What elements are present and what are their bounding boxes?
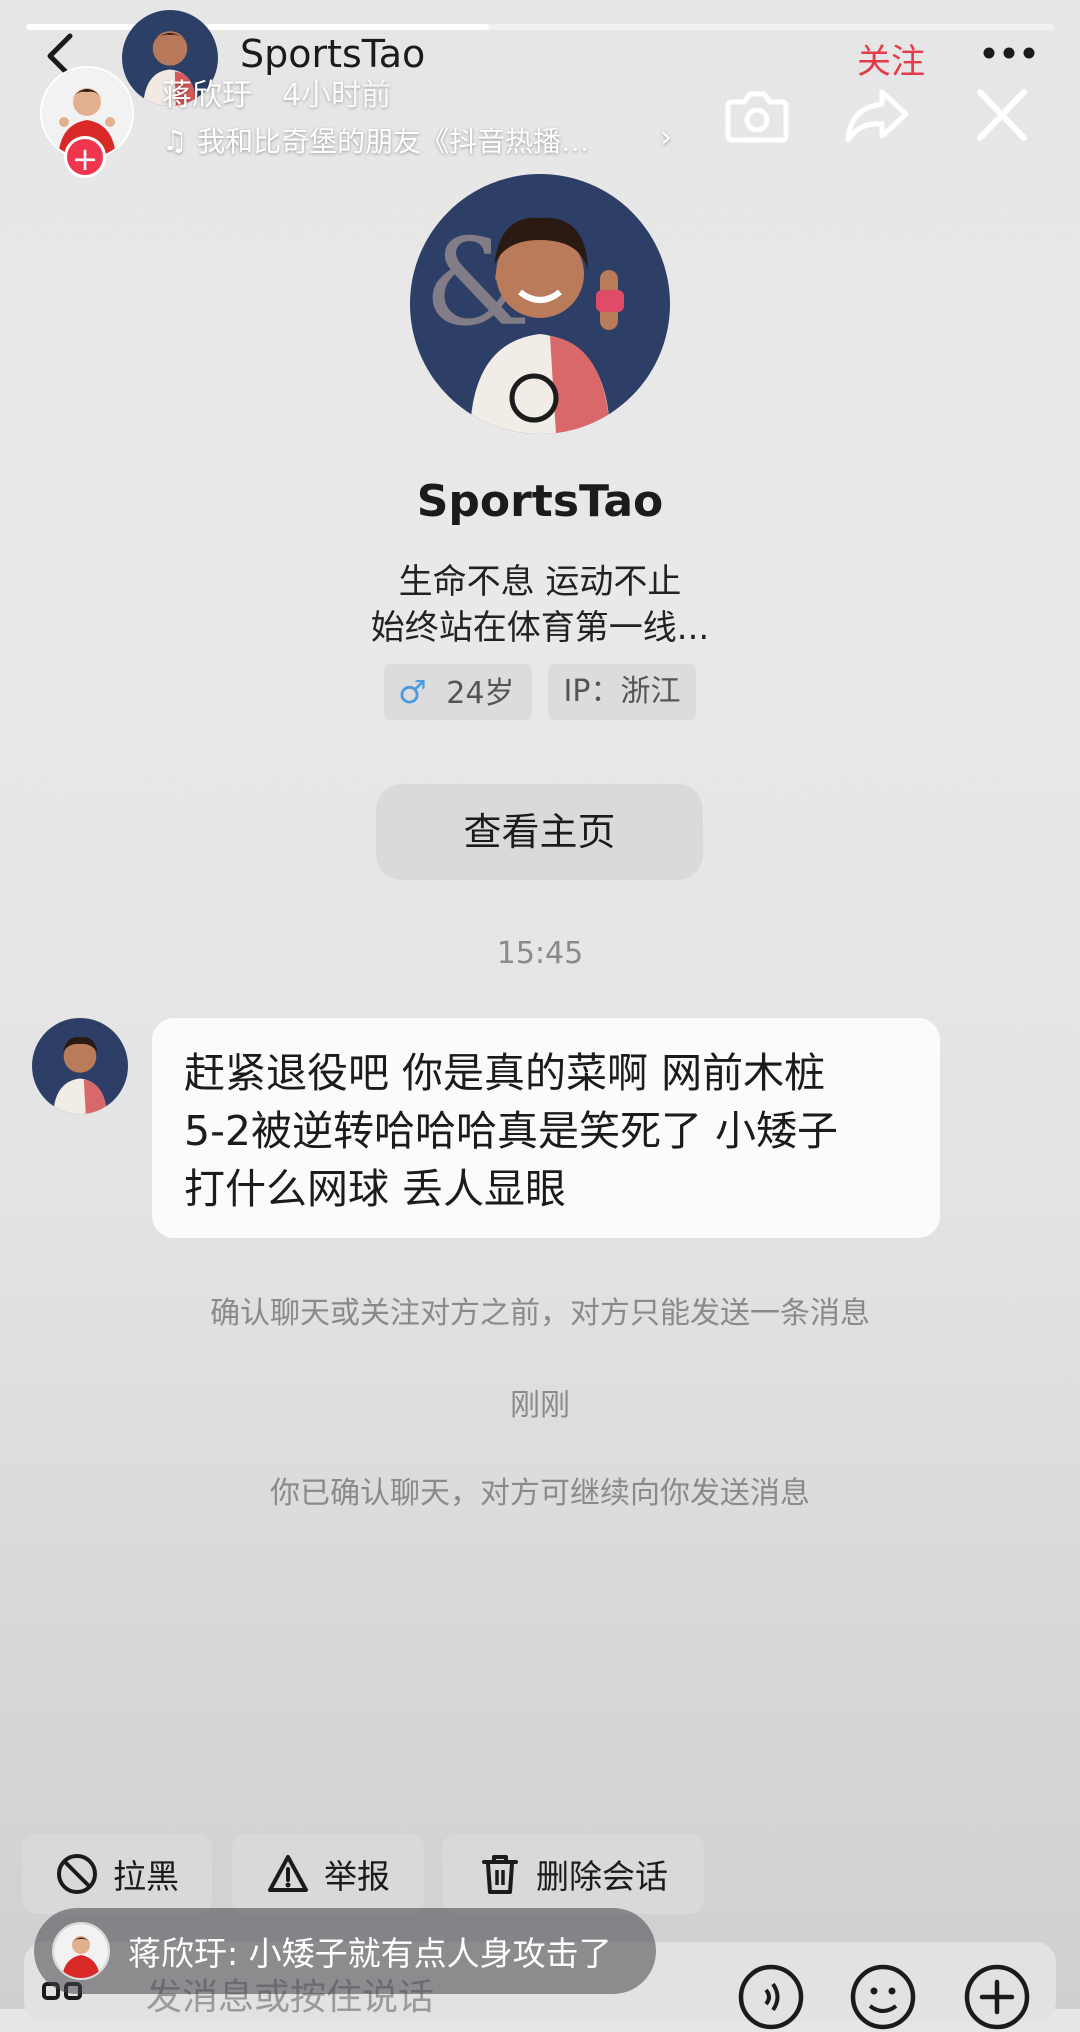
story-progress-fill: [26, 24, 489, 30]
more-options-icon[interactable]: [982, 46, 1036, 60]
close-icon[interactable]: [966, 82, 1036, 148]
report-label: 举报: [324, 1857, 390, 1896]
story-time: 4小时前: [282, 78, 392, 113]
block-button[interactable]: 拉黑: [22, 1834, 212, 1914]
story-username[interactable]: 蒋欣玗: [162, 70, 252, 114]
block-label: 拉黑: [113, 1857, 179, 1896]
message-line-1: 赶紧退役吧 你是真的菜啊 网前木桩: [184, 1049, 826, 1097]
trash-icon: [482, 1855, 518, 1894]
follow-button[interactable]: 关注: [857, 34, 925, 83]
chevron-right-icon[interactable]: ›: [660, 120, 672, 155]
delete-label: 删除会话: [536, 1857, 668, 1896]
view-homepage-button[interactable]: 查看主页: [376, 784, 703, 880]
male-icon: ♂: [398, 673, 427, 711]
story-music[interactable]: ♫ 我和比奇堡的朋友《抖音热播…: [162, 120, 589, 160]
story-user-avatar[interactable]: +: [40, 66, 134, 178]
message-line-3: 打什么网球 丢人显眼: [184, 1165, 567, 1213]
follow-plus-icon[interactable]: +: [64, 136, 106, 178]
message-bubble[interactable]: 赶紧退役吧 你是真的菜啊 网前木桩 5-2被逆转哈哈哈真是笑死了 小矮子 打什么…: [152, 1018, 940, 1238]
gender-age-tag: ♂ 24岁: [384, 664, 532, 720]
toast-avatar: [52, 1922, 110, 1980]
warning-icon: [268, 1855, 308, 1892]
profile-bio-line1: 生命不息 运动不止: [398, 562, 682, 602]
voice-icon[interactable]: [736, 1962, 806, 2032]
message-line-2: 5-2被逆转哈哈哈真是笑死了 小矮子: [184, 1107, 838, 1155]
message-timestamp: 15:45: [496, 936, 584, 971]
limit-notice: 确认聊天或关注对方之前，对方只能发送一条消息: [210, 1296, 870, 1331]
toast-text: 蒋欣玗: 小矮子就有点人身攻击了: [128, 1934, 612, 1973]
block-icon: [57, 1854, 97, 1894]
confirm-notice: 你已确认聊天，对方可继续向你发送消息: [270, 1476, 810, 1511]
share-icon[interactable]: [842, 82, 912, 148]
sender-avatar[interactable]: [32, 1018, 128, 1114]
ip-tag: IP：浙江: [548, 664, 696, 720]
profile-bio-line2: 始终站在体育第一线...: [370, 608, 710, 648]
delete-conversation-button[interactable]: 删除会话: [442, 1834, 704, 1914]
plus-icon[interactable]: [962, 1962, 1032, 2032]
music-note-icon: ♫: [162, 123, 188, 157]
camera-icon[interactable]: [722, 82, 792, 148]
music-title: 我和比奇堡的朋友《抖音热播…: [197, 125, 590, 158]
recent-timestamp: 刚刚: [510, 1388, 570, 1423]
profile-avatar[interactable]: &: [410, 174, 670, 434]
comment-toast[interactable]: 蒋欣玗: 小矮子就有点人身攻击了: [34, 1908, 656, 1994]
emoji-icon[interactable]: [848, 1962, 918, 2032]
profile-name: SportsTao: [416, 476, 664, 527]
age-label: 24岁: [446, 676, 515, 711]
report-button[interactable]: 举报: [232, 1834, 424, 1914]
